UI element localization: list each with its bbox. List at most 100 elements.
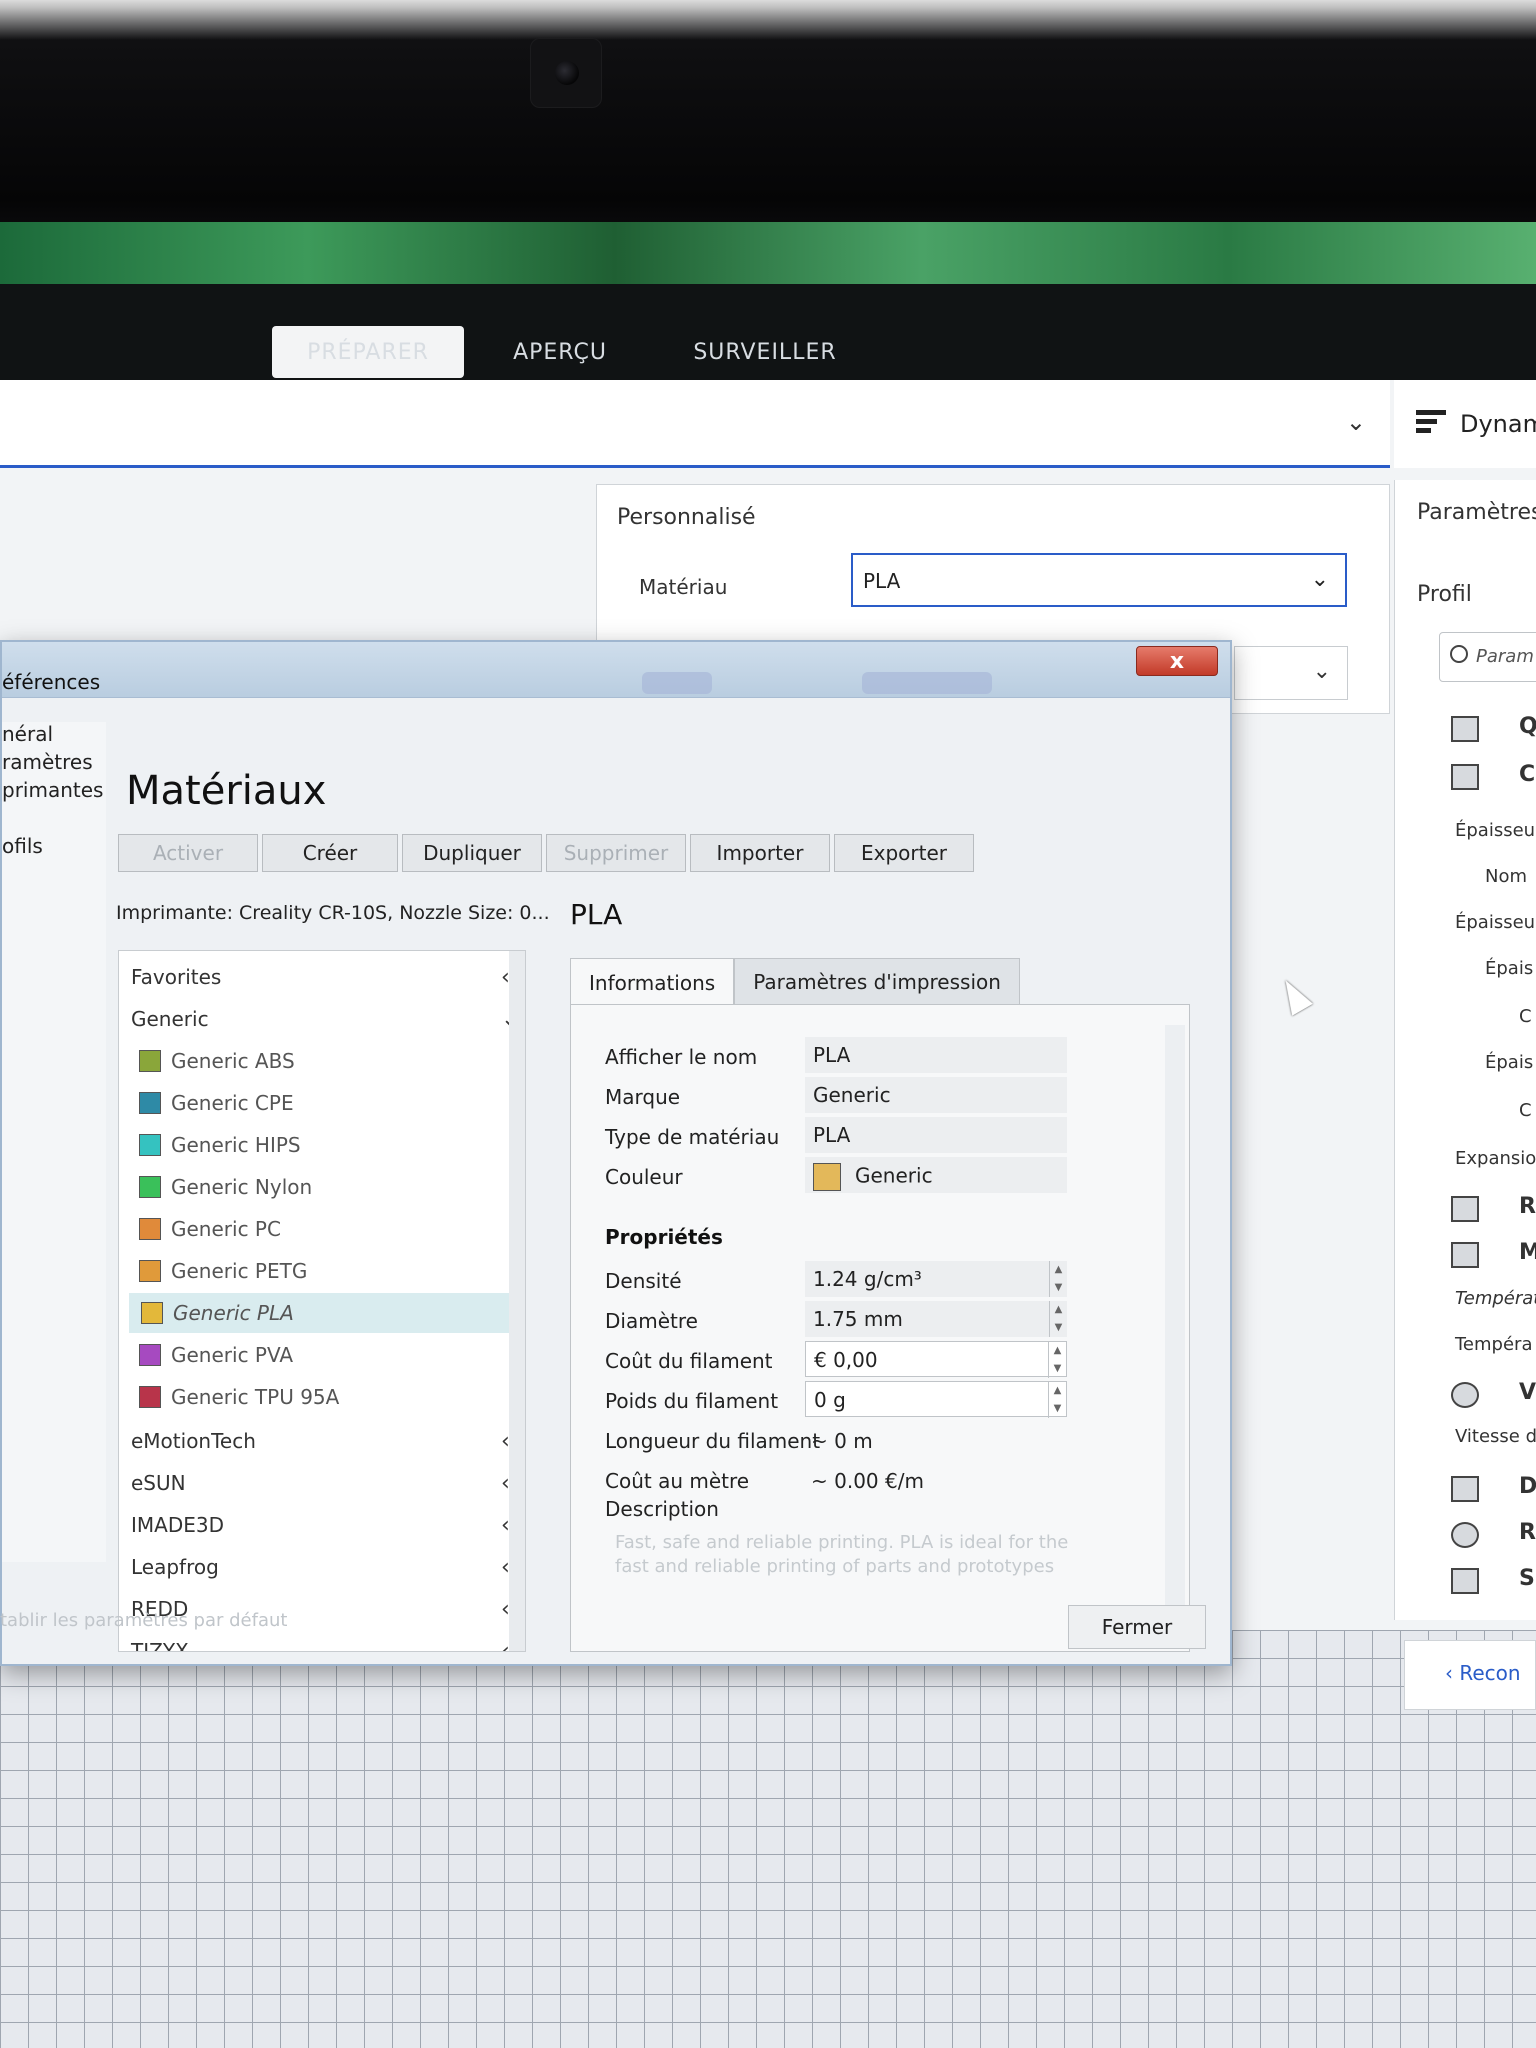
list-group-brand[interactable]: TIZYX ‹ bbox=[131, 1639, 510, 1652]
setting-row[interactable]: M bbox=[1519, 1240, 1536, 1265]
list-item[interactable]: Generic CPE bbox=[139, 1091, 294, 1115]
nav-profiles[interactable]: ofils bbox=[2, 834, 106, 862]
list-group-brand[interactable]: Leapfrog ‹ bbox=[131, 1555, 510, 1580]
list-group-generic[interactable]: Generic ⌄ bbox=[131, 1007, 519, 1032]
info-panel-scrollbar[interactable] bbox=[1165, 1025, 1185, 1625]
color-swatch bbox=[139, 1134, 161, 1156]
print-settings-header[interactable]: Dynam bbox=[1394, 380, 1536, 468]
filament-cost-label: Coût du filament bbox=[605, 1349, 773, 1373]
list-item-selected[interactable]: Generic PLA bbox=[129, 1293, 519, 1333]
density-value: 1.24 g/cm³ bbox=[813, 1267, 922, 1291]
chevron-down-icon[interactable]: ⌄ bbox=[1346, 408, 1366, 436]
setting-row[interactable]: Su bbox=[1519, 1566, 1536, 1591]
list-item[interactable]: Generic TPU 95A bbox=[139, 1385, 339, 1409]
blurred-text bbox=[642, 672, 712, 694]
material-list: Favorites ‹ Generic ⌄ Generic ABS Generi… bbox=[118, 950, 526, 1652]
setting-row[interactable]: Q bbox=[1519, 714, 1536, 739]
color-swatch bbox=[139, 1260, 161, 1282]
chevron-down-icon: ⌄ bbox=[1310, 567, 1329, 592]
color-field[interactable]: Generic bbox=[805, 1157, 1067, 1193]
delete-button[interactable]: Supprimer bbox=[546, 834, 686, 872]
setting-row[interactable]: Tempéra bbox=[1455, 1334, 1532, 1355]
setting-row[interactable]: C bbox=[1519, 762, 1535, 787]
brand-field[interactable]: Generic bbox=[805, 1077, 1067, 1113]
list-item[interactable]: Generic ABS bbox=[139, 1049, 295, 1073]
create-button[interactable]: Créer bbox=[262, 834, 398, 872]
list-group-favorites[interactable]: Favorites ‹ bbox=[131, 965, 510, 990]
list-item[interactable]: Generic PETG bbox=[139, 1259, 307, 1283]
nav-general[interactable]: néral bbox=[2, 722, 106, 750]
duplicate-button[interactable]: Dupliquer bbox=[402, 834, 542, 872]
filament-cost-input[interactable]: € 0,00 ▲ ▼ bbox=[805, 1341, 1067, 1378]
display-name-field[interactable]: PLA bbox=[805, 1037, 1067, 1073]
setting-row[interactable]: Expansio bbox=[1455, 1148, 1536, 1169]
material-list-scrollbar[interactable] bbox=[509, 951, 525, 1651]
setting-row[interactable]: R bbox=[1519, 1520, 1536, 1545]
cost-per-meter-label: Coût au mètre bbox=[605, 1469, 750, 1493]
support-icon bbox=[1451, 1568, 1479, 1594]
color-swatch bbox=[139, 1344, 161, 1366]
list-group-brand[interactable]: IMADE3D ‹ bbox=[131, 1513, 510, 1538]
density-field[interactable]: 1.24 g/cm³ ▲ ▼ bbox=[805, 1261, 1067, 1297]
diameter-field[interactable]: 1.75 mm ▲ ▼ bbox=[805, 1301, 1067, 1337]
spinner-arrows-icon[interactable]: ▲ ▼ bbox=[1048, 1342, 1066, 1378]
search-icon bbox=[1450, 645, 1468, 663]
list-group-brand[interactable]: eMotionTech ‹ bbox=[131, 1429, 510, 1454]
setting-row[interactable]: Nom bbox=[1485, 866, 1527, 887]
list-item-label: Generic ABS bbox=[171, 1049, 295, 1073]
webcam-lens bbox=[555, 61, 579, 85]
material-tabs: Informations Paramètres d'impression bbox=[570, 958, 1020, 1006]
list-group-brand[interactable]: eSUN ‹ bbox=[131, 1471, 510, 1496]
filament-weight-input[interactable]: 0 g ▲ ▼ bbox=[805, 1381, 1067, 1418]
setting-row[interactable]: Vi bbox=[1519, 1380, 1536, 1405]
spinner-arrows-icon[interactable]: ▲ ▼ bbox=[1048, 1382, 1066, 1418]
tab-print-settings[interactable]: Paramètres d'impression bbox=[734, 958, 1020, 1006]
setting-row[interactable]: Vitesse d bbox=[1455, 1426, 1536, 1447]
tab-informations[interactable]: Informations bbox=[570, 958, 735, 1006]
nozzle-select[interactable]: ⌄ bbox=[1234, 646, 1348, 700]
filament-cost-value: € 0,00 bbox=[814, 1348, 878, 1372]
color-swatch bbox=[139, 1176, 161, 1198]
tab-apercu[interactable]: APERÇU bbox=[500, 326, 620, 378]
close-dialog-button[interactable]: Fermer bbox=[1068, 1605, 1206, 1649]
activate-button[interactable]: Activer bbox=[118, 834, 258, 872]
reset-defaults-button[interactable]: tablir les paramètres par défaut bbox=[0, 1610, 287, 1631]
material-info-panel: Afficher le nom PLA Marque Generic Type … bbox=[570, 1004, 1190, 1652]
spinner-arrows-icon[interactable]: ▲ ▼ bbox=[1049, 1261, 1067, 1297]
setting-row[interactable]: D bbox=[1519, 1474, 1536, 1499]
description-text[interactable]: Fast, safe and reliable printing. PLA is… bbox=[615, 1531, 1095, 1579]
setting-row[interactable]: C bbox=[1519, 1006, 1532, 1027]
material-select[interactable]: PLA ⌄ bbox=[851, 553, 1347, 607]
build-plate[interactable] bbox=[0, 1630, 1536, 2048]
tab-preparer[interactable]: PRÉPARER bbox=[272, 326, 464, 378]
setting-row[interactable]: Épais bbox=[1485, 958, 1533, 979]
list-item-label: Generic HIPS bbox=[171, 1133, 301, 1157]
custom-panel-title: Personnalisé bbox=[617, 505, 756, 530]
dialog-titlebar[interactable]: éférences x bbox=[2, 642, 1230, 698]
printer-selector-bar[interactable]: ⌄ bbox=[0, 380, 1390, 468]
list-item[interactable]: Generic Nylon bbox=[139, 1175, 312, 1199]
spinner-arrows-icon[interactable]: ▲ ▼ bbox=[1049, 1301, 1067, 1337]
nav-settings[interactable]: ramètres bbox=[2, 750, 106, 778]
list-item-label: Generic PC bbox=[171, 1217, 281, 1241]
export-button[interactable]: Exporter bbox=[834, 834, 974, 872]
filament-weight-value: 0 g bbox=[814, 1388, 846, 1412]
tab-surveiller[interactable]: SURVEILLER bbox=[690, 326, 840, 378]
list-item[interactable]: Generic PVA bbox=[139, 1343, 293, 1367]
recommended-button[interactable]: ‹ Recon bbox=[1404, 1640, 1536, 1710]
import-button[interactable]: Importer bbox=[690, 834, 830, 872]
setting-row[interactable]: Épaisseu bbox=[1455, 912, 1535, 933]
setting-row[interactable]: R bbox=[1519, 1194, 1536, 1219]
diameter-value: 1.75 mm bbox=[813, 1307, 903, 1331]
list-item[interactable]: Generic HIPS bbox=[139, 1133, 301, 1157]
settings-search-input[interactable]: Param bbox=[1439, 632, 1536, 682]
list-group-label: TIZYX bbox=[131, 1639, 189, 1652]
setting-row[interactable]: Épaisseu bbox=[1455, 820, 1535, 841]
close-button[interactable]: x bbox=[1136, 646, 1218, 676]
setting-row[interactable]: Températ bbox=[1455, 1288, 1536, 1309]
setting-row[interactable]: Épais bbox=[1485, 1052, 1533, 1073]
material-type-field[interactable]: PLA bbox=[805, 1117, 1067, 1153]
list-item[interactable]: Generic PC bbox=[139, 1217, 281, 1241]
nav-printers[interactable]: primantes bbox=[2, 778, 106, 806]
setting-row[interactable]: C bbox=[1519, 1100, 1532, 1121]
